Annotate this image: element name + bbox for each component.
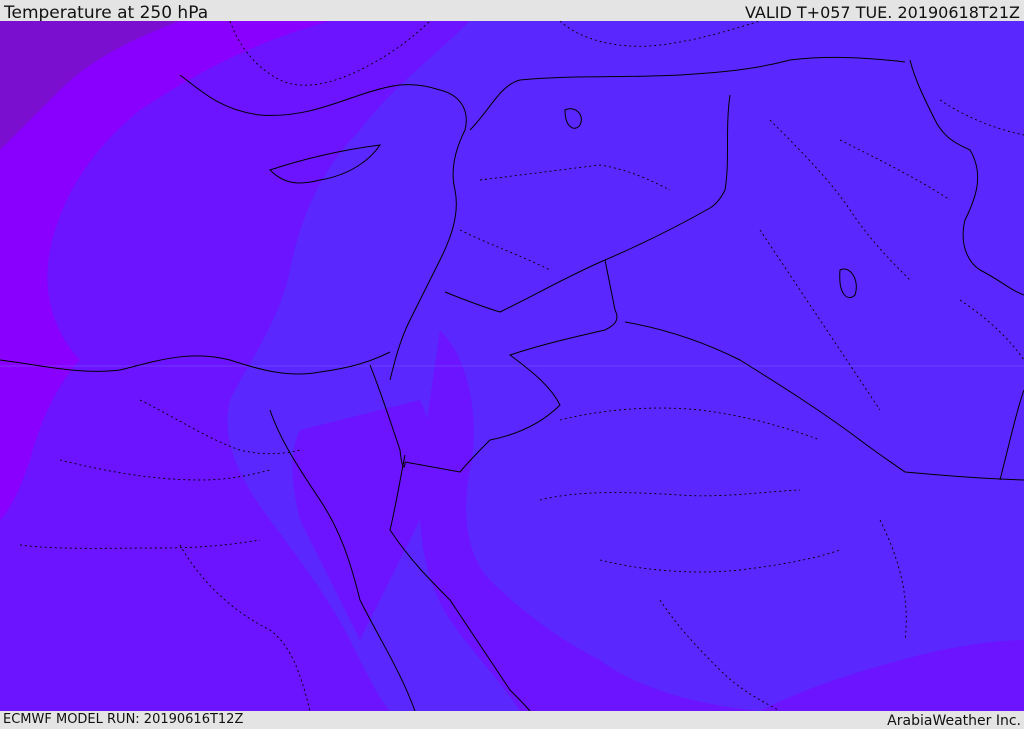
header-bar: Temperature at 250 hPa VALID T+057 TUE. …: [0, 0, 1024, 23]
map-canvas: [0, 21, 1024, 711]
temperature-map: [0, 21, 1024, 711]
valid-time-label: VALID T+057 TUE. 20190618T21Z: [744, 3, 1020, 22]
footer-bar: ECMWF MODEL RUN: 20190616T12Z ArabiaWeat…: [0, 711, 1024, 729]
model-run-label: ECMWF MODEL RUN: 20190616T12Z: [3, 712, 244, 727]
credit-label: ArabiaWeather Inc.: [887, 713, 1021, 729]
map-title: Temperature at 250 hPa: [4, 3, 209, 23]
